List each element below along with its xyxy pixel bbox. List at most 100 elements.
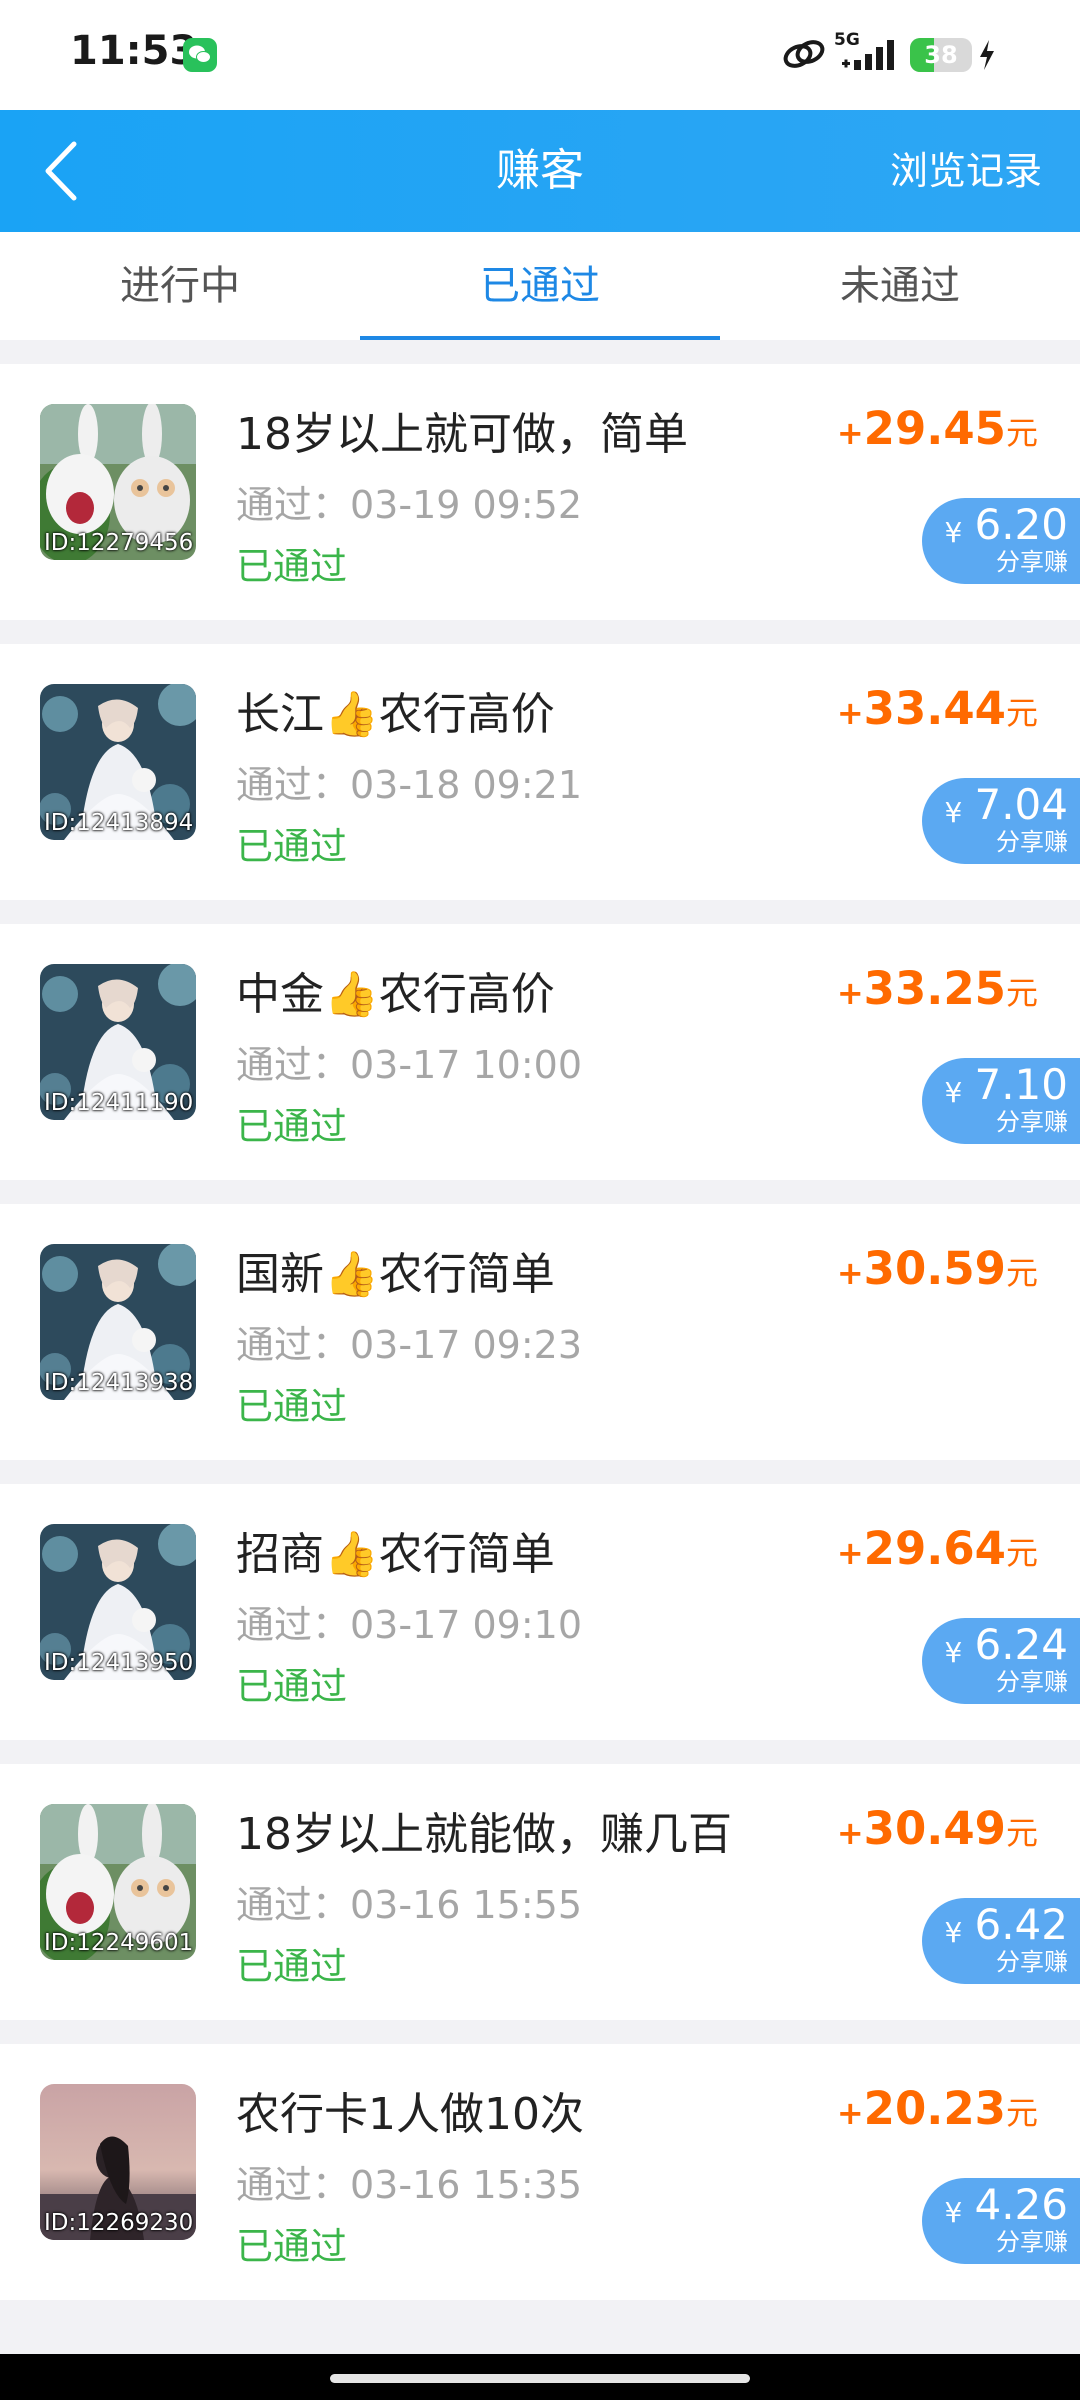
reward-amount: 30.59 — [863, 1242, 1006, 1295]
task-status: 已通过 — [236, 1945, 347, 1988]
task-id: ID:12249601 — [44, 1930, 194, 1956]
reward-unit: 元 — [1005, 2094, 1038, 2132]
reward-sign: + — [836, 2094, 864, 2132]
task-thumbnail: ID:12413950 — [40, 1524, 196, 1680]
task-card[interactable]: ID:12279456 18岁以上就可做，简单通过：03-19 09:52 已通过 +… — [0, 364, 1080, 620]
task-pass-time: 通过：03-17 09:10 — [236, 1603, 583, 1647]
share-label: 分享赚 — [996, 1948, 1068, 1976]
task-thumbnail: ID:12413894 — [40, 684, 196, 840]
home-indicator[interactable] — [330, 2374, 750, 2383]
task-pass-time: 通过：03-17 09:23 — [236, 1323, 583, 1367]
share-label: 分享赚 — [996, 1108, 1068, 1136]
reward-amount: 30.49 — [863, 1802, 1006, 1855]
share-label: 分享赚 — [996, 2228, 1068, 2256]
title-bar: 赚客 浏览记录 — [0, 110, 1080, 232]
task-card[interactable]: ID:12411190 中金👍农行高价 通过：03-17 10:00 已通过 +33.2… — [0, 924, 1080, 1180]
status-bar: 11:53 5G 38 — [0, 0, 1080, 110]
reward-unit: 元 — [1005, 1254, 1038, 1292]
reward-sign: + — [836, 1254, 864, 1292]
task-card[interactable]: ID:12413894 长江👍农行高价 通过：03-18 09:21 已通过 +33.4… — [0, 644, 1080, 900]
tab-bar: 进行中 已通过 未通过 — [0, 232, 1080, 340]
task-pass-time: 通过：03-18 09:21 — [236, 763, 583, 807]
reward-sign: + — [836, 414, 864, 452]
task-pass-time: 通过：03-19 09:52 — [236, 483, 583, 527]
task-reward: +29.64元 — [837, 1522, 1038, 1575]
task-status: 已通过 — [236, 545, 347, 588]
yen-icon: ¥ — [944, 1636, 963, 1669]
task-id: ID:12413894 — [44, 810, 194, 836]
reward-amount: 33.44 — [863, 682, 1006, 735]
task-thumbnail: ID:12249601 — [40, 1804, 196, 1960]
yen-icon: ¥ — [944, 1076, 963, 1109]
task-list: ID:12279456 18岁以上就可做，简单通过：03-19 09:52 已通过 +… — [0, 364, 1080, 2324]
task-reward: +30.49元 — [837, 1802, 1038, 1855]
task-id: ID:12269230 — [44, 2210, 194, 2236]
task-thumbnail: ID:12411190 — [40, 964, 196, 1120]
share-amount: 7.04 — [974, 780, 1068, 829]
battery-icon: 38 — [910, 38, 972, 72]
reward-sign: + — [836, 974, 864, 1012]
task-status: 已通过 — [236, 1665, 347, 1708]
tab-rejected[interactable]: 未通过 — [720, 232, 1080, 340]
share-earn-button[interactable]: ¥6.42 分享赚 — [922, 1898, 1080, 1984]
wechat-icon — [183, 38, 217, 72]
reward-amount: 29.45 — [863, 402, 1006, 455]
task-thumbnail: ID:12279456 — [40, 404, 196, 560]
task-id: ID:12411190 — [44, 1090, 194, 1116]
tab-in-progress[interactable]: 进行中 — [0, 232, 360, 340]
reward-amount: 29.64 — [863, 1522, 1006, 1575]
status-icons: 5G 38 — [782, 30, 1022, 80]
task-title: 国新👍农行简单 — [236, 1249, 555, 1300]
task-reward: +20.23元 — [837, 2082, 1038, 2135]
reward-unit: 元 — [1005, 1814, 1038, 1852]
share-amount: 6.24 — [974, 1620, 1068, 1669]
task-card[interactable]: ID:12413950 招商👍农行简单通过：03-17 09:10 已通过 +29.6… — [0, 1484, 1080, 1740]
share-amount: 7.10 — [974, 1060, 1068, 1109]
task-title: 招商👍农行简单 — [236, 1529, 555, 1580]
share-amount: 6.20 — [974, 500, 1068, 549]
task-thumbnail: ID:12269230 — [40, 2084, 196, 2240]
link-icon — [783, 40, 825, 68]
reward-unit: 元 — [1005, 1534, 1038, 1572]
task-reward: +30.59元 — [837, 1242, 1038, 1295]
reward-amount: 33.25 — [863, 962, 1006, 1015]
yen-icon: ¥ — [944, 796, 963, 829]
task-id: ID:12413950 — [44, 1650, 194, 1676]
task-title: 18岁以上就能做，赚几百 — [236, 1809, 732, 1860]
yen-icon: ¥ — [944, 516, 963, 549]
share-label: 分享赚 — [996, 828, 1068, 856]
share-earn-button[interactable]: ¥7.04 分享赚 — [922, 778, 1080, 864]
status-time: 11:53 — [70, 28, 198, 74]
battery-level: 38 — [924, 41, 958, 69]
reward-unit: 元 — [1005, 414, 1038, 452]
task-title: 18岁以上就可做，简单 — [236, 409, 688, 460]
reward-sign: + — [836, 1534, 864, 1572]
share-label: 分享赚 — [996, 1668, 1068, 1696]
task-card[interactable]: ID:12269230 农行卡1人做10次通过：03-16 15:35 已通过 +20… — [0, 2044, 1080, 2300]
task-title: 农行卡1人做10次 — [236, 2089, 584, 2140]
reward-sign: + — [836, 694, 864, 732]
share-amount: 4.26 — [974, 2180, 1068, 2229]
share-earn-button[interactable]: ¥7.10 分享赚 — [922, 1058, 1080, 1144]
task-card[interactable]: ID:12413938 国新👍农行简单通过：03-17 09:23 已通过 +30.5… — [0, 1204, 1080, 1460]
share-earn-button[interactable]: ¥4.26 分享赚 — [922, 2178, 1080, 2264]
task-status: 已通过 — [236, 1385, 347, 1428]
task-id: ID:12413938 — [44, 1370, 194, 1396]
task-reward: +33.25元 — [837, 962, 1038, 1015]
task-card[interactable]: ID:12249601 18岁以上就能做，赚几百通过：03-16 15:55 已通过… — [0, 1764, 1080, 2020]
task-id: ID:12279456 — [44, 530, 194, 556]
share-label: 分享赚 — [996, 548, 1068, 576]
browse-history-button[interactable]: 浏览记录 — [890, 110, 1042, 232]
reward-unit: 元 — [1005, 694, 1038, 732]
task-pass-time: 通过：03-16 15:35 — [236, 2163, 583, 2207]
share-earn-button[interactable]: ¥6.20 分享赚 — [922, 498, 1080, 584]
task-pass-time: 通过：03-16 15:55 — [236, 1883, 583, 1927]
share-earn-button[interactable]: ¥6.24 分享赚 — [922, 1618, 1080, 1704]
tab-passed[interactable]: 已通过 — [360, 232, 720, 340]
task-reward: +33.44元 — [837, 682, 1038, 735]
task-thumbnail: ID:12413938 — [40, 1244, 196, 1400]
task-status: 已通过 — [236, 2225, 347, 2268]
charging-icon — [980, 40, 994, 70]
reward-amount: 20.23 — [863, 2082, 1006, 2135]
reward-unit: 元 — [1005, 974, 1038, 1012]
